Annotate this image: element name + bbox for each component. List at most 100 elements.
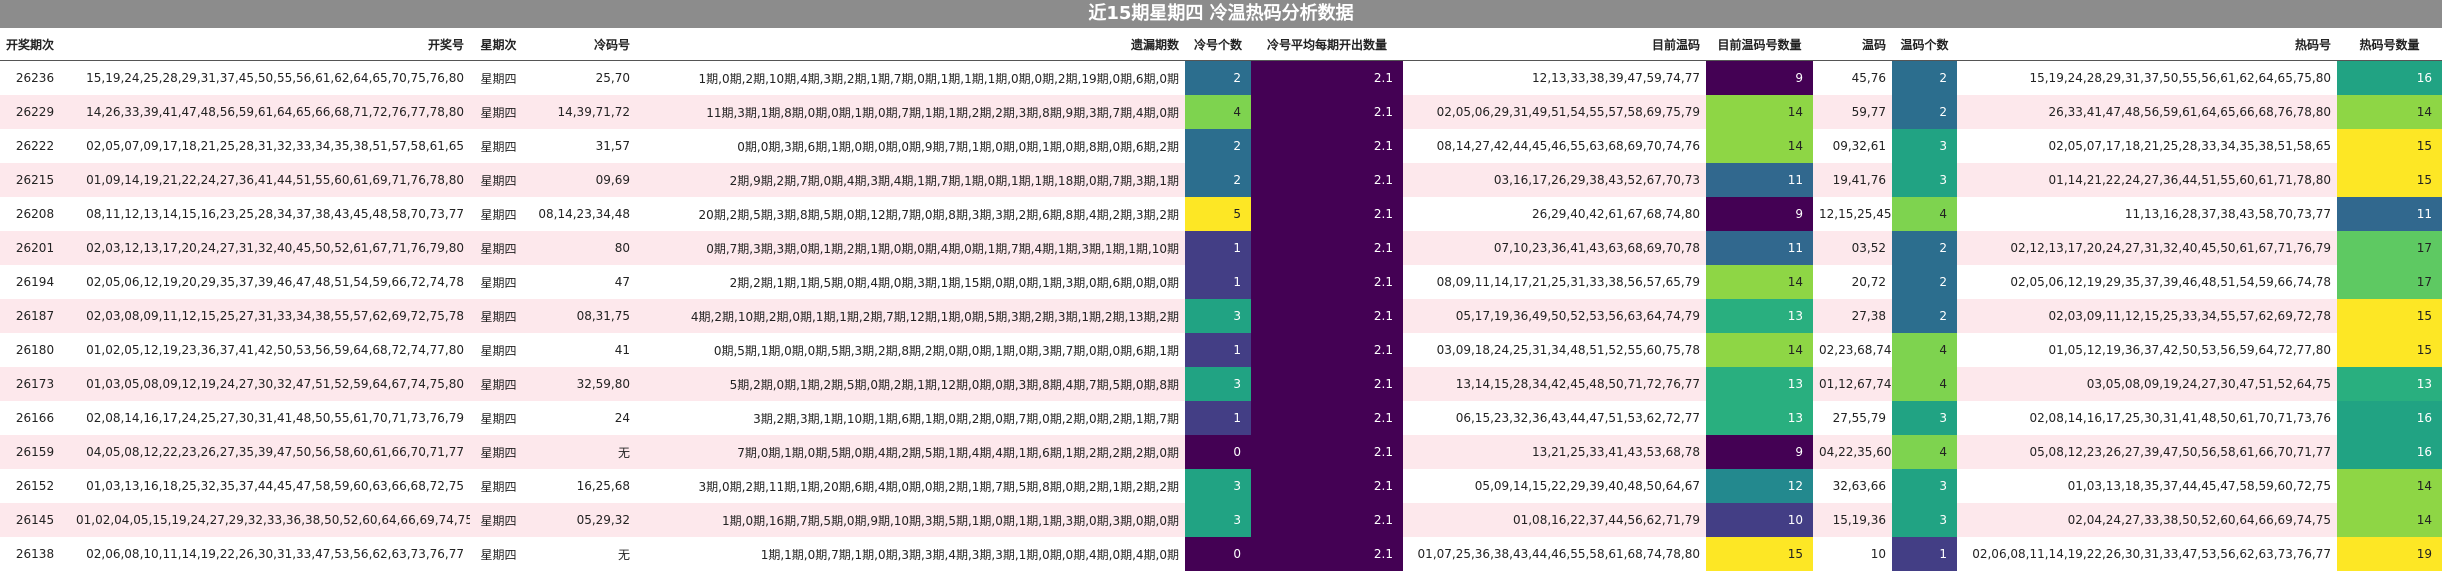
cell-weekday: 星期四 [470,129,527,163]
cell-hot-numbers: 02,03,09,11,12,15,25,33,34,55,57,62,69,7… [1957,299,2337,333]
cell-draw-period: 26166 [0,401,70,435]
cell-hot-numbers: 02,08,14,16,17,25,30,31,41,48,50,61,70,7… [1957,401,2337,435]
cell-weekday: 星期四 [470,197,527,231]
header-miss-periods: 遗漏期数 [636,28,1185,61]
cell-draw-period: 26229 [0,95,70,129]
cell-cold-numbers: 24 [527,401,636,435]
header-cold-numbers: 冷码号 [527,28,636,61]
cell-miss-periods: 1期,1期,0期,7期,1期,0期,3期,3期,4期,3期,3期,1期,0期,0… [636,537,1185,571]
cell-hot-numbers: 26,33,41,47,48,56,59,61,64,65,66,68,76,7… [1957,95,2337,129]
cell-miss-periods: 1期,0期,2期,10期,4期,3期,2期,1期,7期,0期,1期,1期,1期,… [636,60,1185,95]
cell-warm-current-count: 14 [1706,333,1813,367]
cell-miss-periods: 5期,2期,0期,1期,2期,5期,0期,2期,1期,12期,0期,0期,3期,… [636,367,1185,401]
cell-warm-count: 4 [1892,333,1957,367]
cell-warm-count: 3 [1892,469,1957,503]
cell-hot-numbers: 02,06,08,11,14,19,22,26,30,31,33,47,53,5… [1957,537,2337,571]
cell-draw-period: 26236 [0,60,70,95]
cell-warm-current: 07,10,23,36,41,43,63,68,69,70,78 [1403,231,1706,265]
table-row: 26159 04,05,08,12,22,23,26,27,35,39,47,50… [0,435,2442,469]
header-cold-average: 冷号平均每期开出数量 [1251,28,1403,61]
cell-hot-numbers: 02,05,07,17,18,21,25,28,33,34,35,38,51,5… [1957,129,2337,163]
cell-weekday: 星期四 [470,503,527,537]
cell-weekday: 星期四 [470,163,527,197]
cell-cold-count: 2 [1185,129,1251,163]
cell-cold-count: 3 [1185,299,1251,333]
cell-draw-numbers: 02,08,14,16,17,24,25,27,30,31,41,48,50,5… [70,401,470,435]
cell-miss-periods: 2期,9期,2期,7期,0期,4期,3期,4期,1期,7期,1期,0期,1期,1… [636,163,1185,197]
cell-cold-numbers: 32,59,80 [527,367,636,401]
table-row: 26236 15,19,24,25,28,29,31,37,45,50,55,56… [0,60,2442,95]
cell-hot-count: 17 [2337,265,2442,299]
cell-draw-period: 26180 [0,333,70,367]
cell-hot-count: 11 [2337,197,2442,231]
cell-hot-count: 14 [2337,503,2442,537]
cell-warm-count: 4 [1892,367,1957,401]
cell-warm-numbers: 15,19,36 [1813,503,1892,537]
table-row: 26145 01,02,04,05,15,19,24,27,29,32,33,36… [0,503,2442,537]
cell-cold-count: 2 [1185,163,1251,197]
cell-warm-count: 2 [1892,60,1957,95]
cell-warm-current: 03,16,17,26,29,38,43,52,67,70,73 [1403,163,1706,197]
header-hot-numbers: 热码号 [1957,28,2337,61]
cell-warm-numbers: 09,32,61 [1813,129,1892,163]
cell-cold-count: 0 [1185,537,1251,571]
header-draw-period: 开奖期次 [0,28,70,61]
cell-cold-count: 3 [1185,367,1251,401]
cell-warm-current-count: 14 [1706,265,1813,299]
cell-weekday: 星期四 [470,60,527,95]
cell-cold-average: 2.1 [1251,367,1403,401]
cell-warm-current-count: 13 [1706,299,1813,333]
cell-warm-current: 01,08,16,22,37,44,56,62,71,79 [1403,503,1706,537]
cell-cold-numbers: 16,25,68 [527,469,636,503]
cell-draw-numbers: 15,19,24,25,28,29,31,37,45,50,55,56,61,6… [70,60,470,95]
cell-hot-count: 14 [2337,469,2442,503]
cell-warm-current: 03,09,18,24,25,31,34,48,51,52,55,60,75,7… [1403,333,1706,367]
header-weekday: 星期次 [470,28,527,61]
table-row: 26229 14,26,33,39,41,47,48,56,59,61,64,65… [0,95,2442,129]
cell-warm-current-count: 12 [1706,469,1813,503]
cell-warm-numbers: 59,77 [1813,95,1892,129]
cell-warm-numbers: 20,72 [1813,265,1892,299]
header-cold-count: 冷号个数 [1185,28,1251,61]
table-row: 26152 01,03,13,16,18,25,32,35,37,44,45,47… [0,469,2442,503]
cell-warm-current-count: 13 [1706,367,1813,401]
cell-draw-numbers: 08,11,12,13,14,15,16,23,25,28,34,37,38,4… [70,197,470,231]
table-row: 26194 02,05,06,12,19,20,29,35,37,39,46,47… [0,265,2442,299]
header-warm-count: 温码个数 [1892,28,1957,61]
cell-warm-current: 13,14,15,28,34,42,45,48,50,71,72,76,77 [1403,367,1706,401]
table-row: 26222 02,05,07,09,17,18,21,25,28,31,32,33… [0,129,2442,163]
cell-draw-numbers: 02,03,08,09,11,12,15,25,27,31,33,34,38,5… [70,299,470,333]
cell-cold-average: 2.1 [1251,537,1403,571]
cell-miss-periods: 0期,5期,1期,0期,0期,5期,3期,2期,8期,2期,0期,0期,1期,0… [636,333,1185,367]
page-title: 近15期星期四 冷温热码分析数据 [0,0,2442,28]
cell-weekday: 星期四 [470,401,527,435]
cell-hot-count: 19 [2337,537,2442,571]
cell-warm-numbers: 04,22,35,60 [1813,435,1892,469]
header-warm-numbers: 温码 [1813,28,1892,61]
cell-weekday: 星期四 [470,537,527,571]
cell-draw-period: 26152 [0,469,70,503]
cell-warm-numbers: 19,41,76 [1813,163,1892,197]
cell-hot-count: 16 [2337,435,2442,469]
cell-cold-count: 3 [1185,503,1251,537]
cell-cold-count: 3 [1185,469,1251,503]
cell-warm-count: 4 [1892,435,1957,469]
cell-cold-numbers: 80 [527,231,636,265]
cell-cold-average: 2.1 [1251,231,1403,265]
cell-cold-numbers: 47 [527,265,636,299]
cell-warm-current: 01,07,25,36,38,43,44,46,55,58,61,68,74,7… [1403,537,1706,571]
cell-cold-average: 2.1 [1251,60,1403,95]
table-row: 26187 02,03,08,09,11,12,15,25,27,31,33,34… [0,299,2442,333]
cell-warm-current: 06,15,23,32,36,43,44,47,51,53,62,72,77 [1403,401,1706,435]
cell-warm-current: 26,29,40,42,61,67,68,74,80 [1403,197,1706,231]
cell-cold-average: 2.1 [1251,163,1403,197]
cell-draw-period: 26222 [0,129,70,163]
cell-warm-numbers: 27,38 [1813,299,1892,333]
cell-warm-current-count: 9 [1706,435,1813,469]
cell-draw-numbers: 02,05,06,12,19,20,29,35,37,39,46,47,48,5… [70,265,470,299]
cell-draw-numbers: 01,02,04,05,15,19,24,27,29,32,33,36,38,5… [70,503,470,537]
cell-draw-numbers: 01,09,14,19,21,22,24,27,36,41,44,51,55,6… [70,163,470,197]
header-warm-current: 目前温码 [1403,28,1706,61]
table-row: 26201 02,03,12,13,17,20,24,27,31,32,40,45… [0,231,2442,265]
cell-warm-current-count: 10 [1706,503,1813,537]
